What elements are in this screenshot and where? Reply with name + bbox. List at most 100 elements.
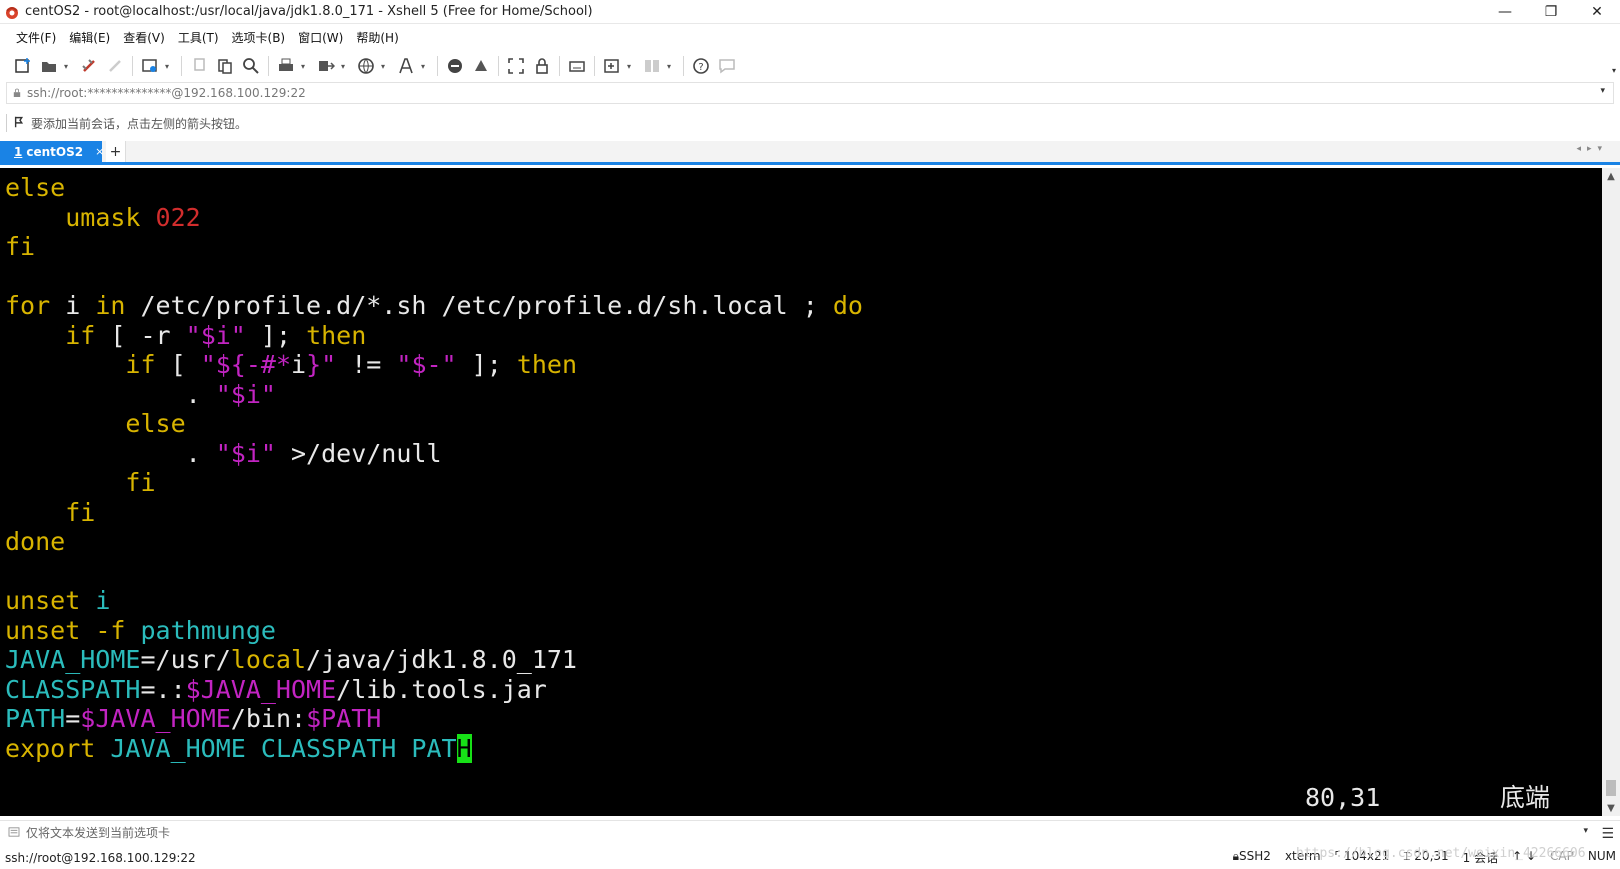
terminal-line: JAVA_HOME=/usr/local/java/jdk1.8.0_171: [5, 645, 577, 675]
font-icon[interactable]: [395, 55, 417, 77]
layout-icon[interactable]: [641, 55, 663, 77]
scrollbar-thumb[interactable]: [1606, 780, 1616, 796]
tab-number: 1: [14, 144, 23, 159]
toolbar-divider: [498, 56, 499, 76]
layout-dropdown-icon[interactable]: ▾: [667, 62, 675, 71]
status-numlock: NUM: [1587, 849, 1616, 863]
new-session-icon[interactable]: [12, 55, 34, 77]
globe-icon[interactable]: [355, 55, 377, 77]
compose-dropdown-icon[interactable]: ▾: [627, 62, 635, 71]
terminal-token: if: [125, 350, 156, 379]
terminal-line: fi: [5, 232, 35, 262]
open-dropdown-icon[interactable]: ▾: [64, 62, 72, 71]
keyboard-icon[interactable]: [566, 55, 588, 77]
terminal-token: in: [95, 291, 126, 320]
terminal-token: [ -r: [95, 320, 186, 350]
lock-icon[interactable]: [531, 55, 553, 77]
compose-bar[interactable]: 仅将文本发送到当前选项卡 ▾ ☰: [0, 820, 1620, 844]
tab-centos2[interactable]: 1 centOS2 ×: [0, 141, 104, 162]
terminal-area[interactable]: 80,31 底端 else umask 022 fi for i in /etc/p…: [0, 168, 1602, 816]
xagent-icon[interactable]: [470, 55, 492, 77]
find-icon[interactable]: [240, 55, 262, 77]
terminal-token: "$i": [215, 438, 276, 468]
svg-text:?: ?: [698, 62, 703, 73]
scroll-status: 底端: [1500, 783, 1551, 812]
address-dropdown-icon[interactable]: ▾: [1600, 86, 1605, 96]
terminal-token: unset: [5, 586, 81, 615]
tab-navigation-icon[interactable]: ◂▸▾: [1576, 144, 1608, 154]
open-icon[interactable]: [38, 55, 60, 77]
terminal-token: /lib.tools.jar: [336, 674, 547, 704]
compose-icon[interactable]: [601, 55, 623, 77]
minimize-button[interactable]: —: [1482, 0, 1528, 24]
font-dropdown-icon[interactable]: ▾: [421, 62, 429, 71]
tab-close-icon[interactable]: ×: [95, 145, 104, 158]
close-button[interactable]: ✕: [1574, 0, 1620, 24]
terminal-token: 022: [155, 202, 201, 232]
terminal-token: =/usr/: [140, 645, 231, 674]
cursor-position: 80,31: [1305, 783, 1381, 812]
print-icon[interactable]: [275, 55, 297, 77]
scroll-down-icon[interactable]: ▼: [1602, 800, 1620, 816]
menu-tabs[interactable]: 选项卡(B): [232, 29, 286, 46]
toolbar-divider: [437, 56, 438, 76]
terminal-token: $JAVA_HOME: [185, 674, 337, 704]
hamburger-menu-icon[interactable]: ☰: [1601, 826, 1614, 842]
print-dropdown-icon[interactable]: ▾: [301, 62, 309, 71]
terminal-line: if [ -r "$i" ]; then: [5, 321, 366, 351]
terminal-token: pathmunge: [140, 615, 276, 645]
terminal-line: PATH=$JAVA_HOME/bin:$PATH: [5, 704, 381, 734]
terminal-token: $PATH: [306, 704, 382, 733]
menu-edit[interactable]: 编辑(E): [69, 29, 110, 46]
address-bar[interactable]: ssh://root:**************@192.168.100.12…: [6, 82, 1614, 104]
copy-icon[interactable]: [188, 55, 210, 77]
hint-text: 要添加当前会话，点击左侧的箭头按钮。: [31, 116, 248, 131]
terminal-token: local: [230, 645, 307, 674]
status-protocol: 🔒︎SSH2: [1233, 849, 1271, 866]
new-tab-button[interactable]: +: [106, 141, 126, 162]
status-connection: ssh://root@192.168.100.129:22: [5, 850, 196, 865]
menu-help[interactable]: 帮助(H): [356, 29, 398, 46]
terminal-line: else: [5, 173, 65, 203]
reconnect-icon[interactable]: [78, 55, 100, 77]
hint-divider: [6, 114, 7, 132]
terminal-token: $JAVA_HOME: [80, 704, 231, 733]
menu-window[interactable]: 窗口(W): [298, 29, 343, 46]
terminal-line: for i in /etc/profile.d/*.sh /etc/profil…: [5, 291, 863, 321]
compose-target-label: 仅将文本发送到当前选项卡: [26, 826, 171, 840]
terminal-token: CLASSPATH: [5, 674, 141, 704]
add-session-arrow-icon[interactable]: [13, 115, 27, 132]
padlock-icon: [7, 88, 27, 98]
globe-dropdown-icon[interactable]: ▾: [381, 62, 389, 71]
terminal-cursor: H: [456, 733, 472, 763]
transfer-dropdown-icon[interactable]: ▾: [341, 62, 349, 71]
chat-icon[interactable]: [716, 55, 738, 77]
toolbar-overflow-icon[interactable]: ▾: [1612, 66, 1616, 75]
vertical-scrollbar[interactable]: ▲ ▼: [1602, 168, 1620, 816]
menu-tools[interactable]: 工具(T): [178, 29, 219, 46]
watermark: https://blog.csdn.net/weixin_42266606: [1296, 846, 1586, 861]
tab-label: centOS2: [26, 144, 84, 159]
terminal-token: JAVA_HOME CLASSPATH PAT: [110, 733, 457, 763]
disconnect-icon[interactable]: [104, 55, 126, 77]
menu-file[interactable]: 文件(F): [16, 29, 56, 46]
xftp-icon[interactable]: [444, 55, 466, 77]
scroll-up-icon[interactable]: ▲: [1602, 168, 1620, 184]
compose-dropdown-icon[interactable]: ▾: [1583, 826, 1588, 836]
address-input[interactable]: ssh://root:**************@192.168.100.12…: [27, 86, 306, 100]
menu-view[interactable]: 查看(V): [123, 29, 165, 46]
restore-button[interactable]: ❐: [1528, 0, 1574, 24]
help-icon[interactable]: ?: [690, 55, 712, 77]
terminal-token: fi: [65, 497, 96, 527]
terminal-line: CLASSPATH=.:$JAVA_HOME/lib.tools.jar: [5, 675, 547, 705]
terminal-token: ];: [245, 320, 307, 350]
fullscreen-icon[interactable]: [505, 55, 527, 77]
properties-icon[interactable]: [139, 55, 161, 77]
properties-dropdown-icon[interactable]: ▾: [165, 62, 173, 71]
terminal-token: "${-#*: [200, 350, 291, 379]
paste-icon[interactable]: [214, 55, 236, 77]
transfer-icon[interactable]: [315, 55, 337, 77]
